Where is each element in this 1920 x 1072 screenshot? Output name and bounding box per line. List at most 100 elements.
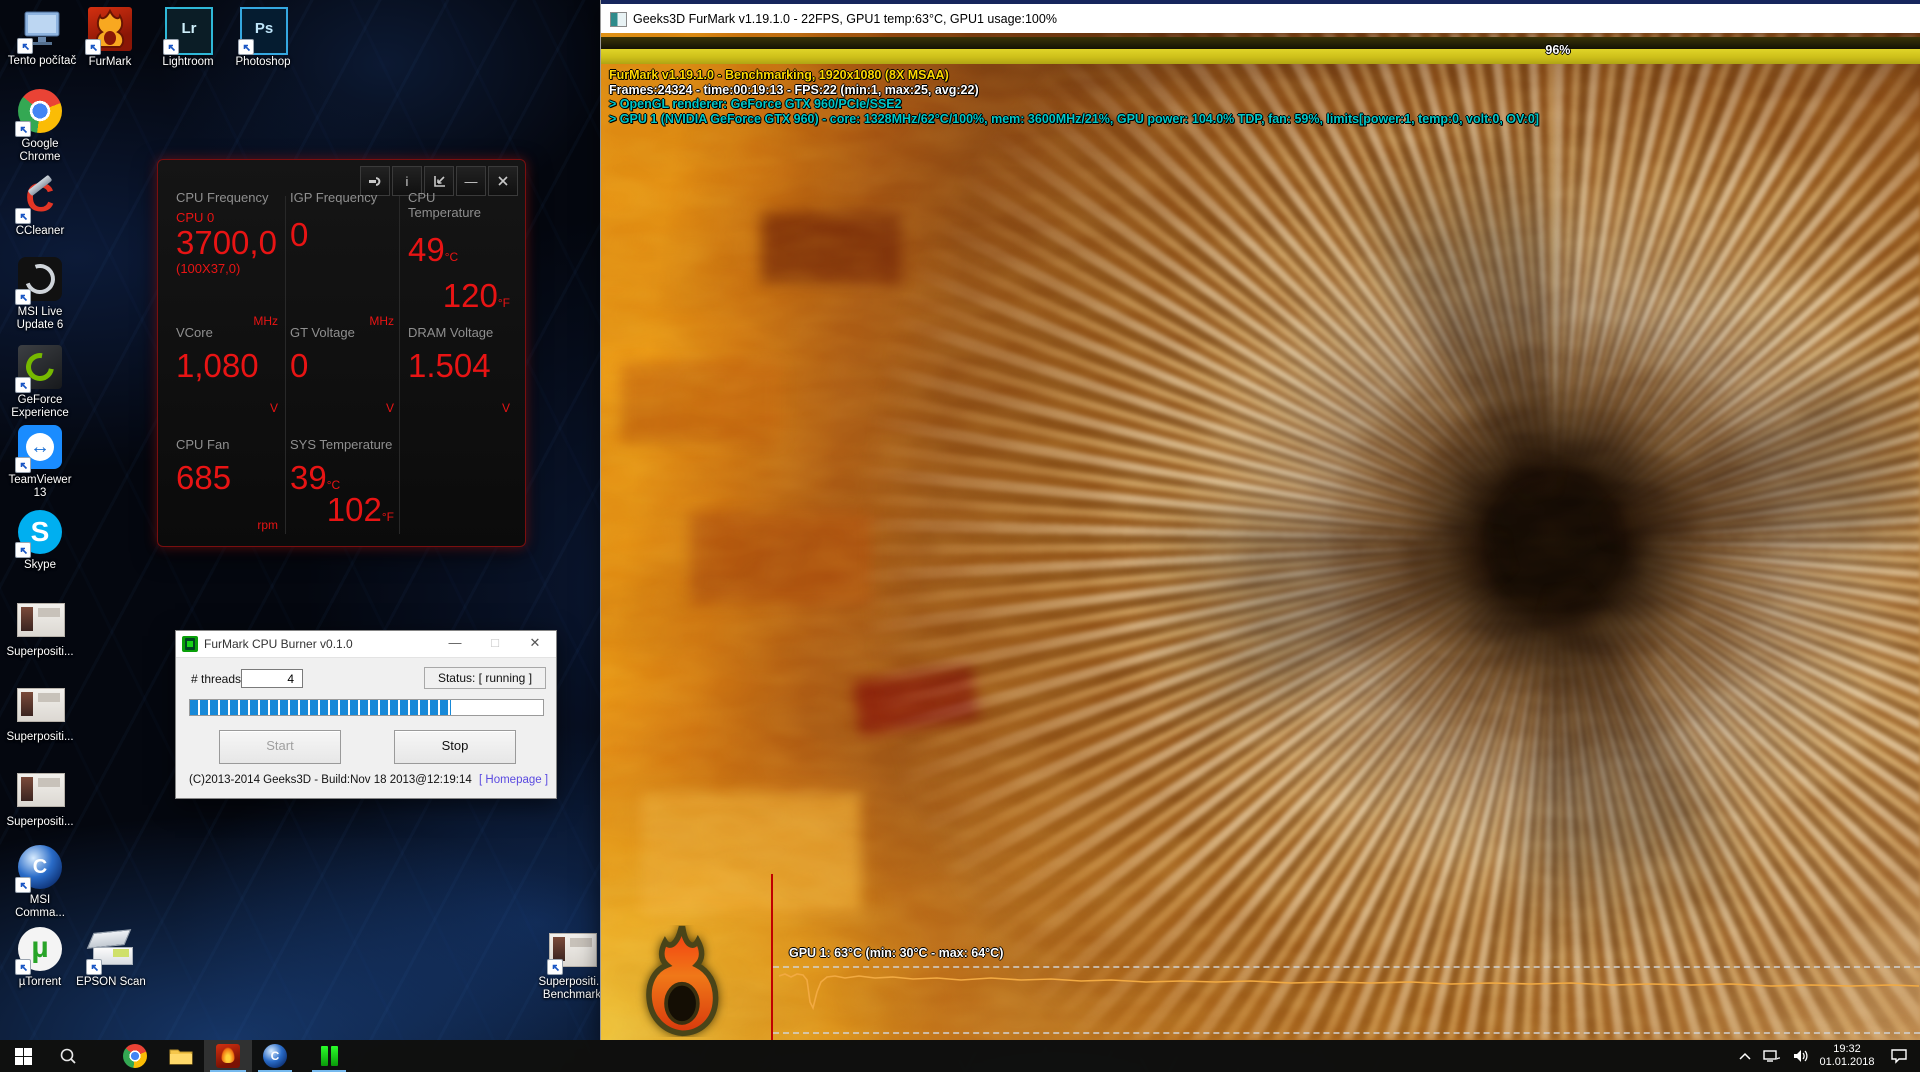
shortcut-arrow-icon xyxy=(15,377,31,393)
tray-volume-button[interactable] xyxy=(1786,1040,1816,1072)
desktop-icon-teamviewer[interactable]: ↔ TeamViewer 13 xyxy=(0,424,80,500)
shortcut-arrow-icon xyxy=(15,542,31,558)
taskbar-clock[interactable]: 19:32 01.01.2018 xyxy=(1816,1040,1878,1072)
fur-noise-fine xyxy=(601,33,1920,1040)
superposition-thumbnail-icon xyxy=(547,933,597,975)
dram-voltage-cell: DRAM Voltage 1.504 V xyxy=(408,325,510,415)
threads-input[interactable] xyxy=(241,669,303,688)
desktop-icon-superposition-1[interactable]: Superpositi... xyxy=(0,596,80,659)
desktop-icon-utorrent[interactable]: µ µTorrent xyxy=(0,926,80,989)
msi-command-center-icon: C xyxy=(263,1044,287,1068)
gt-voltage-cell: GT Voltage 0 V xyxy=(290,325,394,415)
cpu-burner-green-icon xyxy=(318,1045,340,1067)
furmark-app-icon xyxy=(610,12,627,27)
shortcut-arrow-icon xyxy=(17,38,33,54)
superposition-thumbnail-icon xyxy=(17,773,65,813)
desktop-icon-lightroom[interactable]: Lr Lightroom xyxy=(148,6,228,69)
action-center-button[interactable] xyxy=(1878,1040,1920,1072)
taskbar-search-button[interactable] xyxy=(46,1040,90,1072)
desktop-icon-superposition-2[interactable]: Superpositi... xyxy=(0,681,80,744)
cpu-burner-app-icon xyxy=(182,636,198,652)
desktop-icon-msi-live-update[interactable]: MSI Live Update 6 xyxy=(0,256,80,332)
system-tray: 19:32 01.01.2018 xyxy=(1732,1040,1920,1072)
shortcut-arrow-icon xyxy=(15,208,31,224)
superposition-thumbnail-icon xyxy=(17,688,65,728)
minimize-button[interactable]: — xyxy=(446,635,464,653)
burner-progress-bar xyxy=(189,699,544,716)
taskbar-cpu-burner-button[interactable] xyxy=(306,1040,352,1072)
furmark-window: Geeks3D FurMark v1.19.1.0 - 22FPS, GPU1 … xyxy=(600,0,1920,1040)
minimize-icon: — xyxy=(464,173,478,189)
desktop-icon-msi-command-center[interactable]: C MSI Comma... xyxy=(0,844,80,920)
icon-label: FurMark xyxy=(88,56,132,68)
desktop-icon-superposition-3[interactable]: Superpositi... xyxy=(0,766,80,829)
msi-command-center-icon: C xyxy=(15,845,63,893)
benchmark-progress-bar: 96% xyxy=(601,37,1920,64)
tray-network-button[interactable] xyxy=(1758,1040,1786,1072)
desktop-icon-skype[interactable]: S Skype xyxy=(0,509,80,572)
desktop-icon-epson-scan[interactable]: EPSON Scan xyxy=(71,926,151,989)
action-center-icon xyxy=(1891,1049,1907,1064)
taskbar-msi-command-center-button[interactable]: C xyxy=(252,1040,298,1072)
close-icon xyxy=(498,176,508,186)
shortcut-arrow-icon xyxy=(15,959,31,975)
tray-chevron-button[interactable] xyxy=(1732,1040,1758,1072)
shortcut-arrow-icon xyxy=(15,457,31,473)
chevron-up-icon xyxy=(1739,1052,1751,1060)
utorrent-icon: µ xyxy=(15,927,63,975)
cpu-fan-cell: CPU Fan 685 rpm xyxy=(176,437,278,532)
cpu-temperature-cell: CPU Temperature 49°C 120°F xyxy=(408,190,510,314)
stop-button[interactable]: Stop xyxy=(394,730,516,764)
this-pc-icon xyxy=(17,6,65,54)
icon-label: µTorrent xyxy=(18,976,62,988)
cpu-burner-titlebar[interactable]: FurMark CPU Burner v0.1.0 — □ ✕ xyxy=(176,631,556,658)
desktop-icon-furmark[interactable]: FurMark xyxy=(70,6,150,69)
speaker-icon xyxy=(1794,1050,1808,1062)
icon-label: Skype xyxy=(24,559,56,571)
column-divider xyxy=(285,196,286,534)
desktop-icon-geforce-experience[interactable]: GeForce Experience xyxy=(0,344,80,420)
homepage-link[interactable]: [ Homepage ] xyxy=(479,774,548,786)
shortcut-arrow-icon xyxy=(547,959,563,975)
sys-temperature-cell: SYS Temperature 39°C 102°F xyxy=(290,437,394,528)
file-explorer-icon xyxy=(169,1049,193,1065)
progress-bar-fill xyxy=(601,49,1920,64)
desktop-icon-ccleaner[interactable]: C CCleaner xyxy=(0,174,80,238)
cpu-burner-title: FurMark CPU Burner v0.1.0 xyxy=(204,637,353,651)
shortcut-arrow-icon xyxy=(15,121,31,137)
cpu-burner-window: FurMark CPU Burner v0.1.0 — □ ✕ # thread… xyxy=(175,630,557,799)
shortcut-arrow-icon xyxy=(238,39,254,55)
progress-percent-label: 96% xyxy=(1545,43,1571,57)
taskbar-file-explorer-button[interactable] xyxy=(158,1040,204,1072)
shortcut-arrow-icon xyxy=(85,39,101,55)
info-icon: i xyxy=(405,173,409,189)
icon-label: Superpositi... xyxy=(6,816,74,828)
icon-label: EPSON Scan xyxy=(76,976,146,988)
icon-label: Photoshop xyxy=(235,56,291,68)
taskbar-chrome-button[interactable] xyxy=(112,1040,158,1072)
progress-bar-track xyxy=(601,37,1920,49)
start-button[interactable] xyxy=(0,1040,46,1072)
furmark-render-area xyxy=(601,33,1920,1040)
superposition-thumbnail-icon xyxy=(17,603,65,643)
shortcut-arrow-icon xyxy=(86,959,102,975)
hardware-monitor-window: i — CPU Frequency CPU 0 3700,0 (100X37,0… xyxy=(157,159,526,547)
status-box: Status: [ running ] xyxy=(424,667,546,689)
windows-logo-icon xyxy=(14,1047,32,1065)
maximize-button[interactable]: □ xyxy=(486,635,504,653)
close-button[interactable]: ✕ xyxy=(526,635,544,653)
furmark-flame-icon xyxy=(85,7,133,55)
icon-label: GeForce Experience xyxy=(11,394,69,419)
geforce-experience-icon xyxy=(15,345,63,393)
start-button[interactable]: Start xyxy=(219,730,341,764)
osd-line-renderer: > OpenGL renderer: GeForce GTX 960/PCIe/… xyxy=(609,97,902,111)
chrome-icon xyxy=(123,1044,147,1068)
desktop-icon-photoshop[interactable]: Ps Photoshop xyxy=(223,6,303,69)
search-icon xyxy=(60,1048,76,1064)
icon-label: MSI Comma... xyxy=(15,894,65,919)
taskbar-furmark-button[interactable] xyxy=(204,1040,252,1072)
epson-scan-icon xyxy=(86,927,134,975)
threads-label: # threads xyxy=(191,672,242,686)
furmark-titlebar[interactable]: Geeks3D FurMark v1.19.1.0 - 22FPS, GPU1 … xyxy=(601,4,1920,34)
desktop-icon-google-chrome[interactable]: Google Chrome xyxy=(0,88,80,164)
